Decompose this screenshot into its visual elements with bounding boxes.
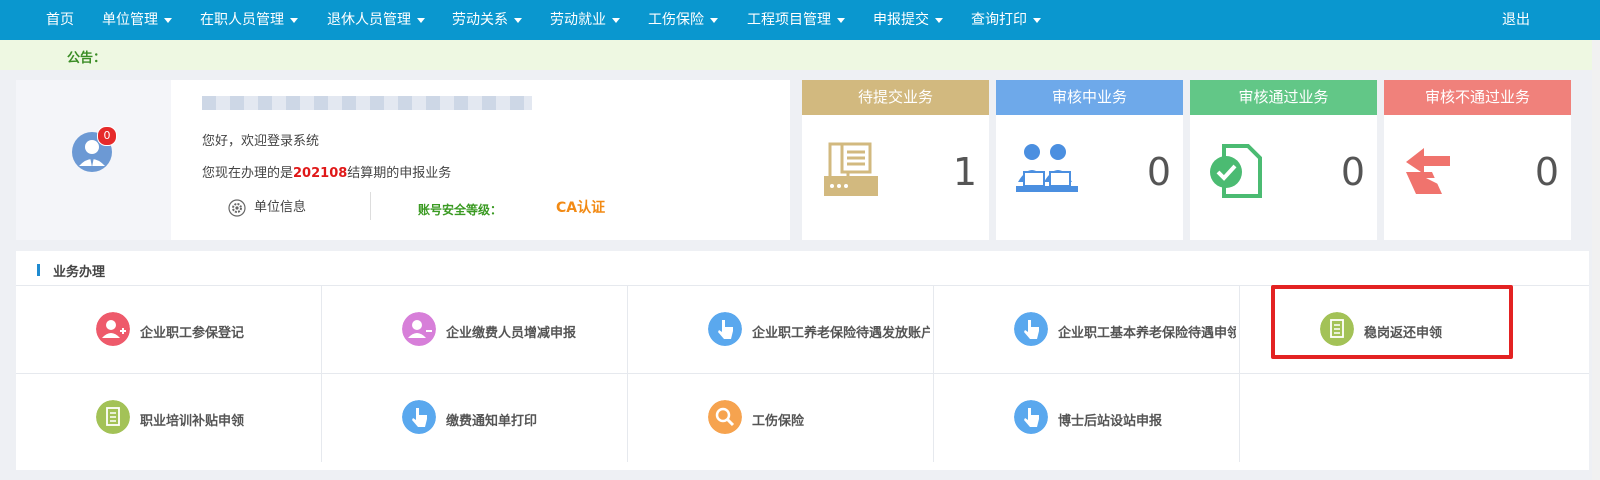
document-icon (96, 400, 130, 434)
nav-injury-insurance[interactable]: 工伤保险 (648, 0, 718, 40)
nav-query-print-label: 查询打印 (971, 12, 1027, 28)
stat-card-pending[interactable]: 待提交业务 1 (802, 80, 989, 240)
user-remove-icon (402, 312, 436, 346)
chevron-down-icon (710, 17, 718, 23)
chevron-down-icon (417, 17, 425, 23)
nav-employee-management-label: 在职人员管理 (200, 12, 284, 28)
security-level-value: CA认证 (556, 200, 606, 216)
chevron-down-icon (837, 17, 845, 23)
nav-project-management-label: 工程项目管理 (747, 12, 831, 28)
unit-info-label: 单位信息 (254, 200, 307, 215)
tile-postdoc-station[interactable]: 博士后站设站申报 (934, 374, 1240, 462)
nav-declaration-submit-label: 申报提交 (873, 12, 929, 28)
period-prefix: 您现在办理的是 (202, 166, 294, 181)
notice-label: 公告： (67, 51, 107, 66)
tile-insurance-registration[interactable]: 企业职工参保登记 (16, 286, 322, 374)
nav-home-label: 首页 (46, 12, 74, 28)
user-card: 0 您好，欢迎登录系统 您现在办理的是202108结算期的申报业务 单位信息 账… (16, 80, 790, 240)
nav-query-print[interactable]: 查询打印 (971, 0, 1041, 40)
nav-employment-label: 劳动就业 (550, 12, 606, 28)
nav-labor-relations-label: 劳动关系 (452, 12, 508, 28)
stat-count: 0 (1534, 150, 1559, 194)
nav-retiree-management-label: 退休人员管理 (327, 12, 411, 28)
tile-label: 企业缴费人员增减申报 (446, 326, 577, 341)
chevron-down-icon (1033, 17, 1041, 23)
chevron-down-icon (514, 17, 522, 23)
chevron-down-icon (935, 17, 943, 23)
logout-link[interactable]: 退出 (1502, 0, 1530, 40)
nav-employment[interactable]: 劳动就业 (550, 0, 620, 40)
avatar-area: 0 (16, 80, 171, 240)
greeting-text: 您好，欢迎登录系统 (202, 134, 320, 149)
nav-home[interactable]: 首页 (46, 0, 74, 40)
stat-count: 0 (1146, 150, 1171, 194)
nav-declaration-submit[interactable]: 申报提交 (873, 0, 943, 40)
nav-project-management[interactable]: 工程项目管理 (747, 0, 845, 40)
stat-card-rejected[interactable]: 审核不通过业务 0 (1384, 80, 1571, 240)
nav-unit-management-label: 单位管理 (102, 12, 158, 28)
tile-training-subsidy[interactable]: 职业培训补贴申领 (16, 374, 322, 462)
chevron-down-icon (290, 17, 298, 23)
stat-title: 审核通过业务 (1190, 80, 1377, 115)
gear-icon (228, 198, 246, 217)
rejected-arrows-icon (1406, 148, 1450, 194)
stat-title: 审核中业务 (996, 80, 1183, 115)
business-section: 业务办理 企业职工参保登记 企业缴费人员增减申报 企业职工养老保险待遇发放账户 … (16, 251, 1589, 470)
search-icon (708, 400, 742, 434)
nav-employee-management[interactable]: 在职人员管理 (200, 0, 298, 40)
tile-label: 工伤保险 (752, 414, 805, 429)
tile-staff-change[interactable]: 企业缴费人员增减申报 (322, 286, 628, 374)
chevron-down-icon (164, 17, 172, 23)
stat-count: 0 (1340, 150, 1365, 194)
stat-title: 审核不通过业务 (1384, 80, 1571, 115)
tile-label: 缴费通知单打印 (446, 414, 538, 429)
divider (370, 192, 371, 220)
tile-pension-account[interactable]: 企业职工养老保险待遇发放账户 (628, 286, 934, 374)
top-nav: 首页 单位管理 在职人员管理 退休人员管理 劳动关系 劳动就业 工伤保险 工程项… (0, 0, 1600, 40)
stat-card-reviewing[interactable]: 审核中业务 0 (996, 80, 1183, 240)
reviewers-icon (1016, 144, 1078, 192)
tile-injury-insurance[interactable]: 工伤保险 (628, 374, 934, 462)
approved-doc-icon (1210, 144, 1262, 198)
tile-label: 企业职工参保登记 (140, 326, 245, 341)
pointer-hand-icon (708, 312, 742, 346)
section-title: 业务办理 (53, 265, 106, 280)
pointer-hand-icon (402, 400, 436, 434)
logout-label: 退出 (1502, 12, 1530, 28)
nav-retiree-management[interactable]: 退休人员管理 (327, 0, 425, 40)
tile-label: 企业职工养老保险待遇发放账户 (752, 326, 930, 341)
tile-label: 企业职工基本养老保险待遇申领 (1058, 326, 1236, 341)
nav-unit-management[interactable]: 单位管理 (102, 0, 172, 40)
security-level-label: 账号安全等级： (418, 203, 503, 217)
pointer-hand-icon (1014, 312, 1048, 346)
section-header-bar (37, 264, 40, 276)
stat-title: 待提交业务 (802, 80, 989, 115)
stat-card-approved[interactable]: 审核通过业务 0 (1190, 80, 1377, 240)
user-name-redacted (202, 96, 532, 110)
unit-info-link[interactable]: 单位信息 (228, 196, 306, 217)
nav-labor-relations[interactable]: 劳动关系 (452, 0, 522, 40)
period-value: 202108 (293, 166, 348, 181)
chevron-down-icon (612, 17, 620, 23)
tile-payment-notice-print[interactable]: 缴费通知单打印 (322, 374, 628, 462)
user-add-icon (96, 312, 130, 346)
tile-label: 博士后站设站申报 (1058, 414, 1163, 429)
notification-badge: 0 (97, 126, 117, 146)
section-header: 业务办理 (16, 251, 1589, 286)
notice-bar: 公告： (0, 40, 1600, 70)
fax-icon (824, 142, 878, 196)
scrollbar[interactable] (1592, 40, 1600, 480)
period-suffix: 结算期的申报业务 (347, 166, 452, 181)
period-text: 您现在办理的是202108结算期的申报业务 (202, 162, 451, 181)
highlight-box (1271, 285, 1513, 359)
tile-pension-claim[interactable]: 企业职工基本养老保险待遇申领 (934, 286, 1240, 374)
stat-count: 1 (952, 150, 977, 194)
tile-label: 职业培训补贴申领 (140, 414, 245, 429)
nav-injury-insurance-label: 工伤保险 (648, 12, 704, 28)
pointer-hand-icon (1014, 400, 1048, 434)
